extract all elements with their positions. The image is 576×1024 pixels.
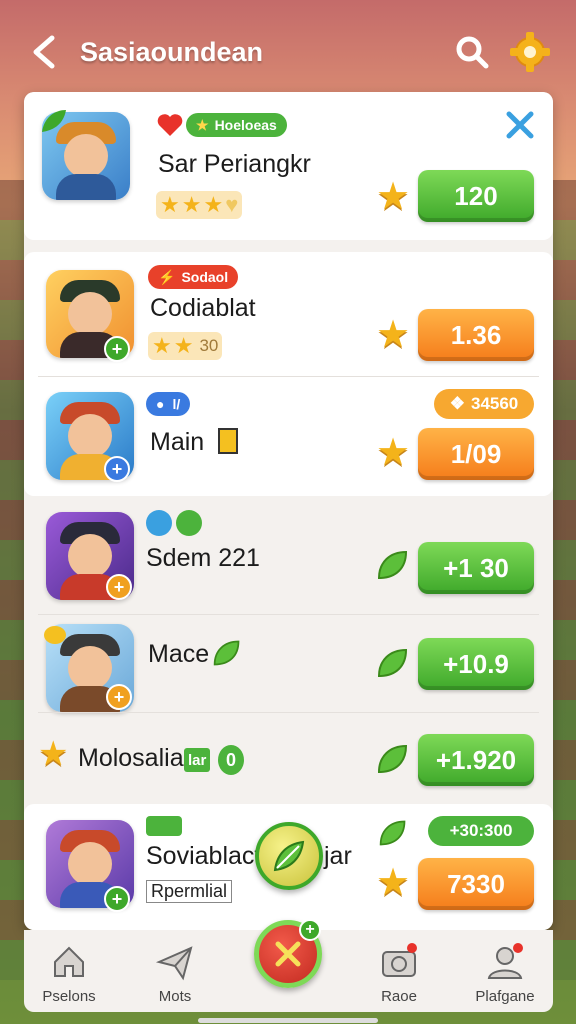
item-name: Soviablact [146, 842, 262, 870]
featured-name: Sar Periangkr [158, 150, 311, 178]
list-item[interactable]: + ⚡ Sodaol Codiablat ★ ★ 30 ★ 1.36 [24, 252, 553, 376]
mini-tag: lar [184, 748, 211, 772]
price-button[interactable]: +10.9 [418, 638, 534, 690]
marker-icon [218, 428, 238, 454]
item-name: Sdem 221 [146, 544, 260, 572]
nav-item-camera[interactable]: Raoe [354, 942, 444, 1005]
price-button[interactable]: +1 30 [418, 542, 534, 594]
leaf-icon [377, 744, 408, 774]
item-subtitle: Rpermlial [146, 880, 233, 903]
leaf-icon [213, 640, 240, 666]
add-badge-icon[interactable]: + [106, 684, 132, 710]
search-button[interactable] [450, 30, 494, 74]
paper-plane-icon [155, 946, 193, 981]
featured-price-button[interactable]: 120 [418, 170, 534, 222]
featured-card[interactable]: ★ Hoeloeas Sar Periangkr ★ ★ ★ ♥ ★ 120 [24, 92, 553, 240]
featured-tag: ★ Hoeloeas [186, 113, 287, 137]
leaf-sparkle-icon [42, 110, 66, 132]
back-arrow-icon [33, 35, 55, 69]
star-icon: ★ [376, 432, 411, 474]
home-indicator [198, 1018, 378, 1023]
nav-item-messages[interactable]: Mots [130, 942, 220, 1005]
search-icon [456, 36, 489, 69]
price-button[interactable]: 7330 [418, 858, 534, 910]
item-name: Mace [148, 640, 210, 668]
settings-button[interactable] [508, 30, 552, 74]
floating-leaf-button[interactable] [255, 822, 323, 890]
star-icon: ★ [38, 735, 69, 773]
item-tag: ⚡ Sodaol [148, 265, 239, 289]
add-badge-icon[interactable]: + [104, 886, 130, 912]
nav-item-profile[interactable]: Plafgane [460, 942, 550, 1005]
center-action-button[interactable]: + [254, 919, 322, 988]
star-icon: ★ [376, 314, 411, 356]
game-list-panel: ★ Hoeloeas Sar Periangkr ★ ★ ★ ♥ ★ 120 + ⚡ So… [24, 92, 553, 930]
back-button[interactable] [24, 32, 64, 72]
page-title: Sasiaoundean [80, 36, 264, 67]
green-dot-icon [176, 510, 202, 536]
status-chip [146, 816, 182, 836]
add-badge-icon[interactable]: + [104, 456, 130, 482]
leaf-icon [377, 648, 408, 678]
close-icon [275, 941, 301, 967]
item-rating: ★ ★ 30 [148, 332, 223, 360]
header: Sasiaoundean [24, 22, 552, 82]
heart-icon [157, 114, 183, 136]
list-item[interactable]: ★ Molosalia lar 0 +1.920 [24, 714, 553, 800]
item-name: Main [150, 428, 205, 456]
item-badge: ❖ 34560 [434, 389, 534, 419]
divider [38, 614, 539, 615]
item-name: Molosalia [78, 744, 184, 772]
camera-icon [382, 943, 417, 977]
item-name-tail: jar [324, 842, 352, 870]
profile-icon [487, 943, 523, 979]
star-icon: ★ [376, 176, 411, 218]
price-button[interactable]: 1/09 [418, 428, 534, 480]
item-tag: ● l/ [146, 392, 191, 416]
price-button[interactable]: 1.36 [418, 309, 534, 361]
leaf-icon [273, 840, 305, 872]
gear-icon [510, 32, 550, 72]
add-badge-icon[interactable]: + [104, 336, 130, 362]
price-button[interactable]: +1.920 [418, 734, 534, 786]
close-x-icon[interactable] [503, 108, 537, 142]
add-badge-icon[interactable]: + [106, 574, 132, 600]
bottom-nav: Pselons Mots + Raoe Plafgane [24, 919, 553, 1012]
mini-count: 0 [218, 745, 244, 775]
coin-icon [44, 626, 66, 644]
list-item[interactable]: + ● l/ Main ❖ 34560 ★ 1/09 [24, 376, 553, 496]
item-name: Codiablat [150, 294, 256, 322]
blue-dot-icon [146, 510, 172, 536]
divider [38, 712, 539, 713]
list-item[interactable]: + Mace +10.9 [24, 616, 553, 712]
leaf-icon [377, 550, 408, 580]
home-icon [54, 946, 84, 977]
list-item[interactable]: + Sdem 221 +1 30 [24, 500, 553, 612]
leaf-icon [379, 820, 406, 846]
item-pill: +30:300 [428, 816, 534, 846]
group-card-1: + ⚡ Sodaol Codiablat ★ ★ 30 ★ 1.36 + ● l/ Ma… [24, 252, 553, 496]
star-icon: ★ [376, 862, 411, 904]
nav-item-home[interactable]: Pselons [24, 942, 114, 1005]
featured-rating: ★ ★ ★ ♥ [156, 191, 243, 219]
plus-icon: + [299, 919, 321, 941]
